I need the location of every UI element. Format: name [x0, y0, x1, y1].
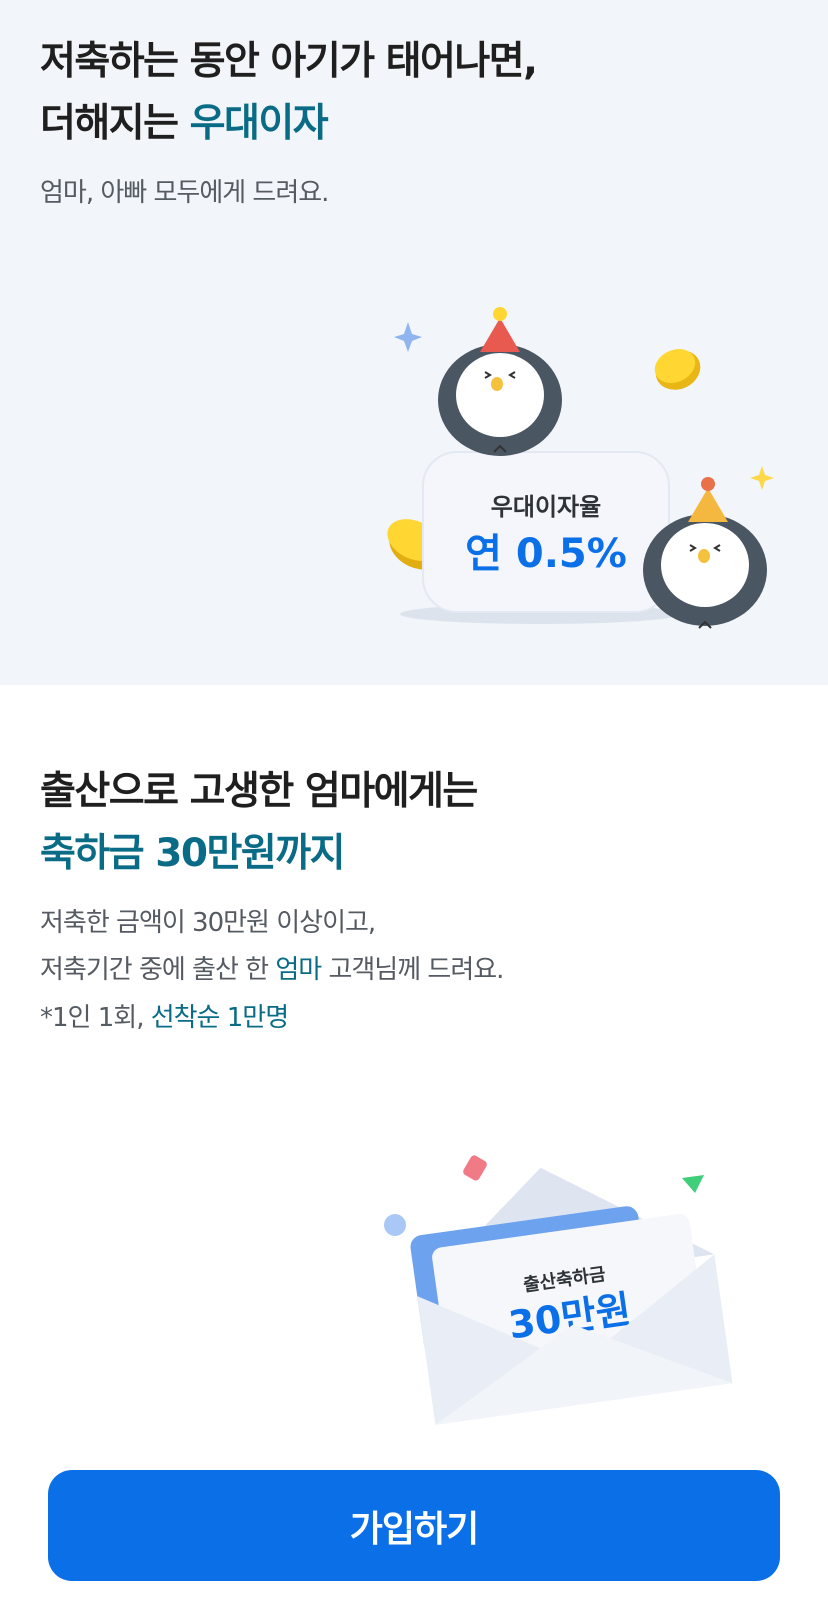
- badge-value: 연 0.5%: [465, 531, 627, 577]
- sparkle-icon: [750, 466, 774, 490]
- penguin-rate-illustration: 우대이자율 연 0.5%: [387, 307, 774, 629]
- preferential-interest-section: 저축하는 동안 아기가 태어나면, 더해지는 우대이자 엄마, 아빠 모두에게 …: [0, 0, 828, 685]
- penguin-party-icon: [438, 307, 562, 456]
- badge-label: 우대이자율: [491, 493, 601, 521]
- envelope-icon: 출산축하금 30만원: [410, 1167, 733, 1425]
- join-button[interactable]: 가입하기: [48, 1470, 780, 1581]
- sparkle-icon: [394, 322, 422, 352]
- envelope-illustration: 출산축하금 30만원: [384, 1155, 733, 1425]
- confetti-icon: [384, 1214, 406, 1236]
- coin-icon: [654, 348, 701, 390]
- birth-gift-section: 출산으로 고생한 엄마에게는 축하금 30만원까지 저축한 금액이 30만원 이…: [0, 685, 828, 1597]
- confetti-icon: [682, 1175, 704, 1193]
- confetti-icon: [463, 1155, 487, 1181]
